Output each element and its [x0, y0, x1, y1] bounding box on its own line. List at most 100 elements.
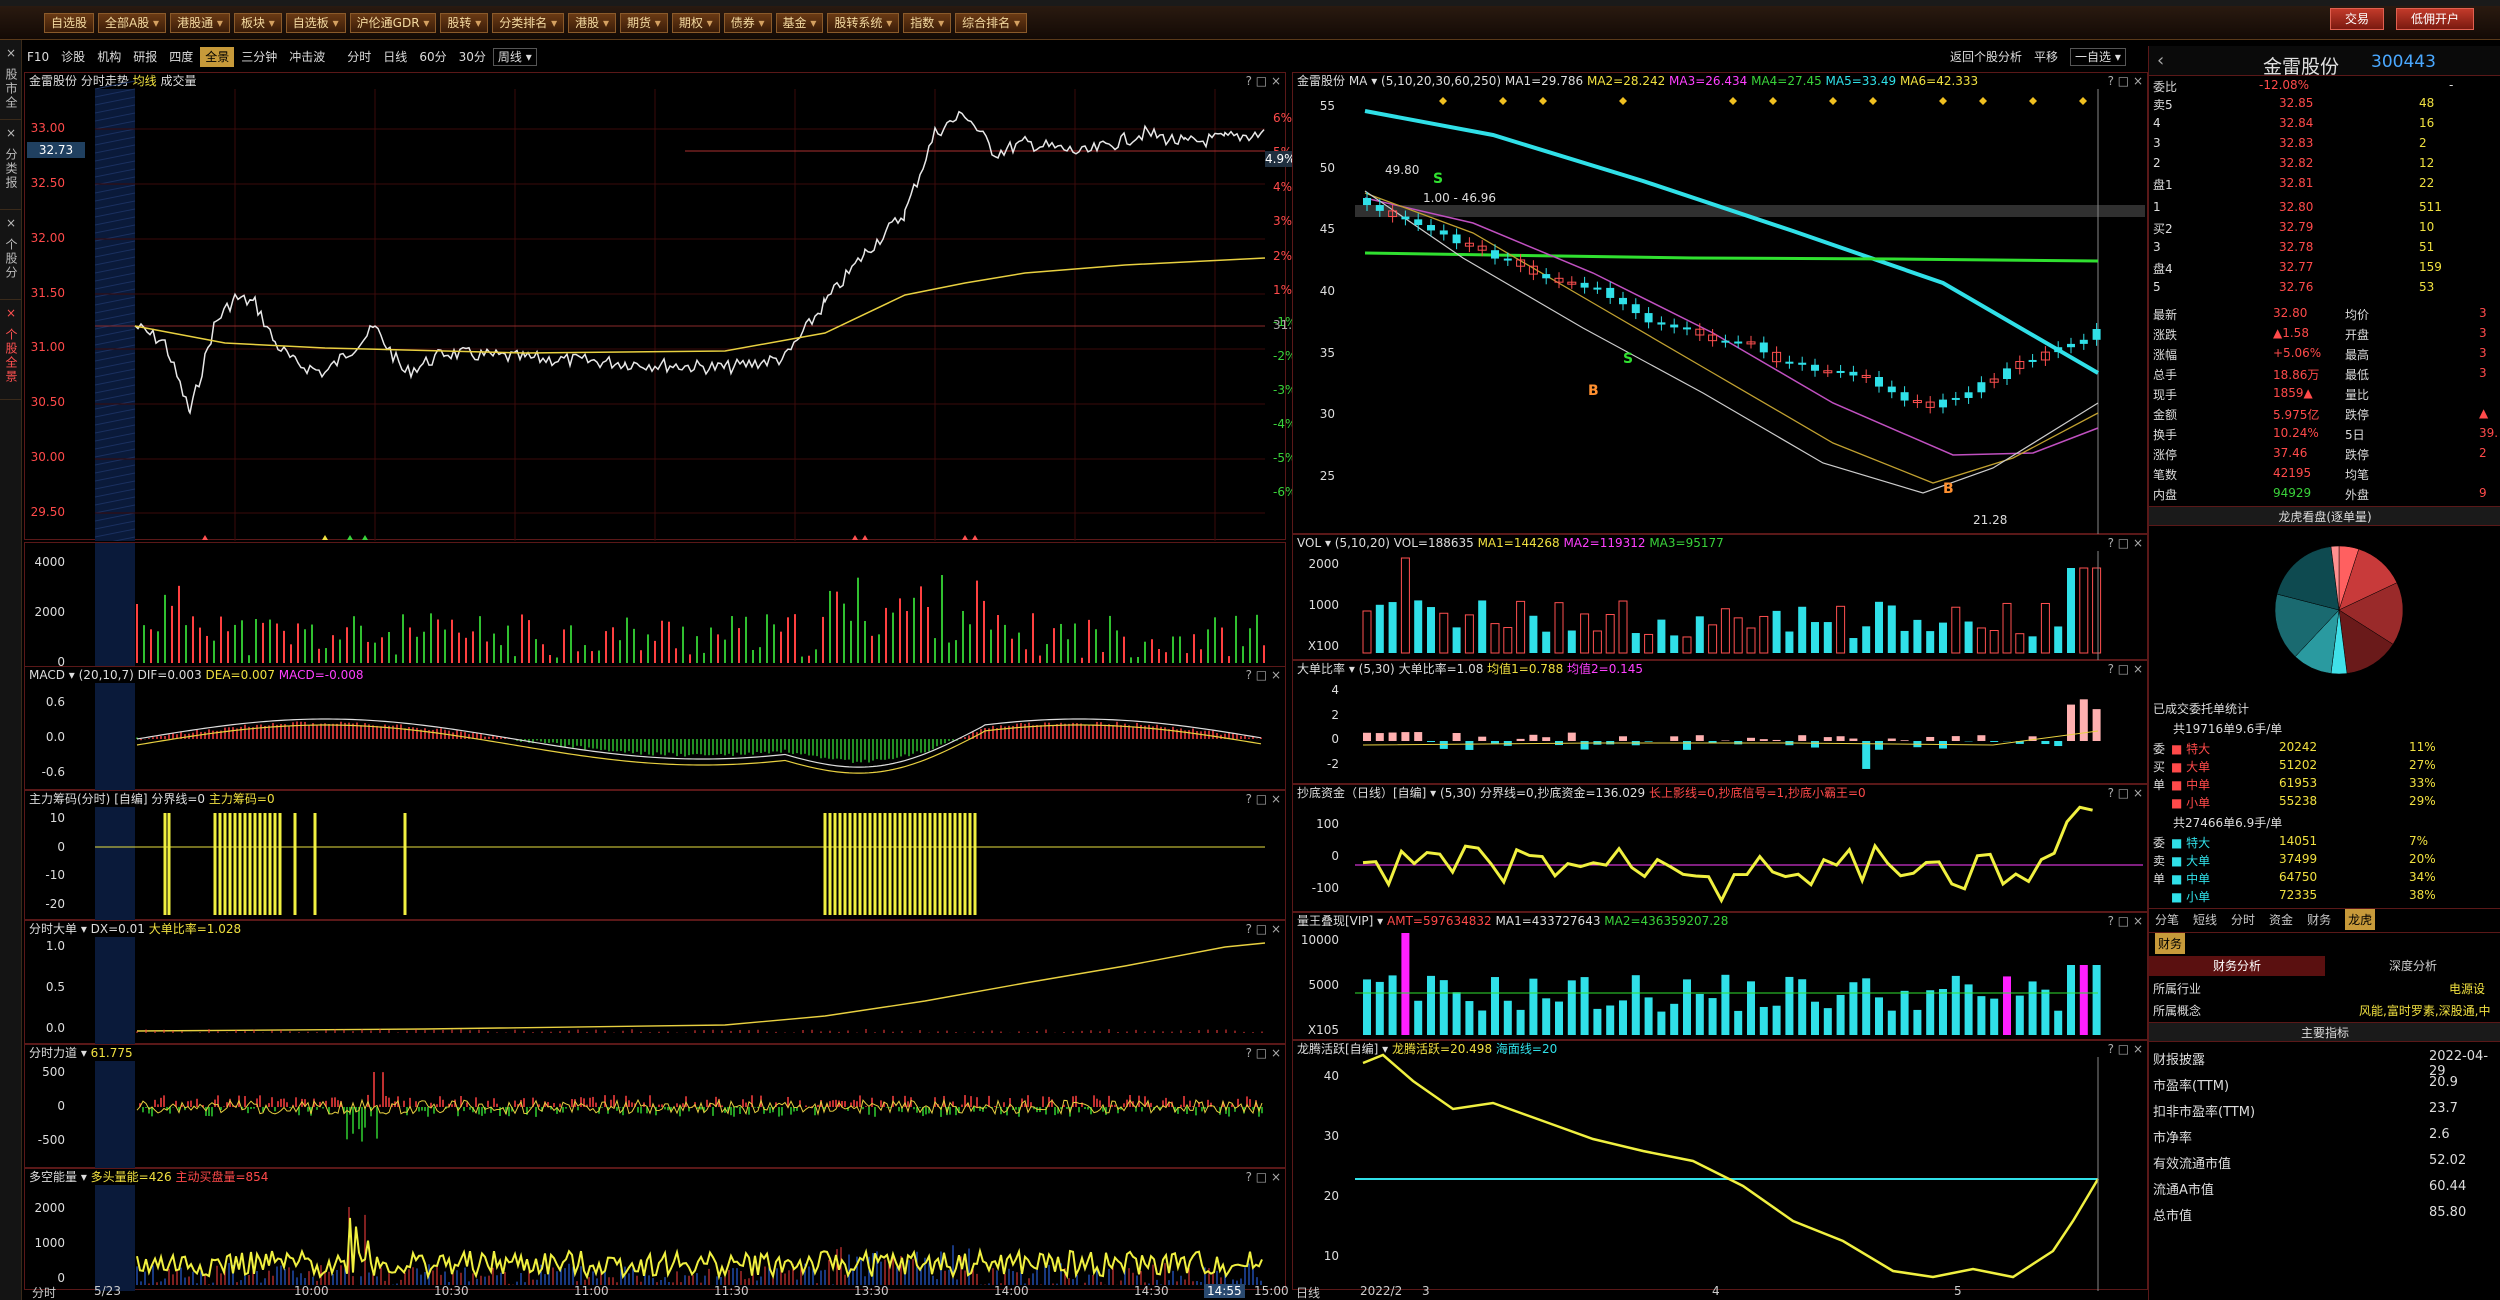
duokong-chart [95, 1185, 1263, 1291]
toolbar-right: 交易 低佣开户 [2329, 8, 2474, 30]
toolbar-button-9[interactable]: 期货 [619, 12, 668, 33]
intraday-time-label-1: 5/23 [94, 1284, 121, 1298]
sell-dist-row-2-cell-3: 34% [2409, 870, 2436, 884]
intraday-macd-panel: MACD ▾ (20,10,7) DIF=0.003 DEA=0.007 MAC… [24, 666, 1286, 791]
subtool-7[interactable]: 冲击波 [284, 47, 330, 67]
ask-row-2-cell-1: 32.83 [2279, 136, 2314, 150]
ask-row-0-cell-0: 卖5 [2153, 98, 2173, 112]
subtool-5[interactable]: 全景 [200, 47, 235, 67]
signal-marker-7 [972, 535, 978, 540]
buy-dist-row-1-cell-3: 27% [2409, 758, 2436, 772]
toolbar-button-0[interactable]: 自选股 [44, 12, 95, 33]
toolbar-button-13[interactable]: 股转系统 [827, 12, 900, 33]
toolbar-button-1[interactable]: 全部A股 [98, 12, 167, 33]
buy-dist-row-0-cell-2: 20242 [2279, 740, 2318, 754]
order-pie-svg [2274, 545, 2404, 675]
kline-signal-4 [1729, 97, 1737, 105]
watchlist-select[interactable]: 一自选 ▾ [2070, 48, 2126, 66]
stat-row-6: 换手 10.24% 5日 39. [2149, 424, 2500, 444]
intraday-volume-chart [95, 543, 1265, 677]
ask-row-1-cell-0: 4 [2153, 116, 2161, 130]
fin-row-4: 有效流通市值 52.02 [2149, 1150, 2500, 1172]
left-tab-1[interactable]: × 分类报价 [0, 120, 22, 210]
bid-row-2-cell-0: 3 [2153, 240, 2161, 254]
toolbar-button-2[interactable]: 港股通 [170, 12, 230, 33]
toolbar-button-8[interactable]: 港股 [568, 12, 616, 33]
buy-dist-row-2-cell-0: 单 [2153, 778, 2166, 792]
sell-dist-row-2-cell-1: ■ 中单 [2171, 872, 2211, 886]
back-to-analysis-button[interactable]: 返回个股分析 [1950, 48, 2022, 66]
stat-row-7-cell-0: 涨停 [2153, 448, 2178, 462]
quote-tab-4[interactable]: 财务 [2307, 909, 2331, 930]
subtool-3[interactable]: 研报 [128, 47, 162, 67]
main-toolbar: 自选股全部A股港股通板块自选板沪伦通GDR股转分类排名港股期货期权债券基金股转系… [0, 6, 2500, 40]
kline-signal-5 [1769, 97, 1777, 105]
stat-row-8-cell-2: 均笔 [2345, 468, 2370, 482]
buy-dist-row-0-cell-3: 11% [2409, 740, 2436, 754]
quote-subtab-0[interactable]: 财务 [2155, 933, 2186, 954]
buy-dist-row-1-cell-1: ■ 大单 [2171, 760, 2211, 774]
fin-tab-0[interactable]: 财务分析 [2149, 956, 2325, 976]
subtool-10[interactable]: 60分 [414, 47, 451, 67]
stat-row-2-cell-3: 3 [2479, 346, 2487, 360]
stat-row-3-cell-0: 总手 [2153, 368, 2178, 382]
quote-tab-5[interactable]: 龙虎 [2345, 909, 2376, 930]
kline-range-label: 1.00 - 46.96 [1423, 191, 1497, 205]
quote-tabs-1: 分笔 短线 分时 资金 财务 龙虎 [2149, 908, 2500, 930]
pan-button[interactable]: 平移 [2034, 48, 2058, 66]
stat-row-7: 涨停 37.46 跌停 2 [2149, 444, 2500, 464]
toolbar-button-5[interactable]: 沪伦通GDR [349, 12, 437, 33]
kline-longteng-chart [1355, 1053, 2100, 1291]
sell-dist-row-3-cell-3: 38% [2409, 888, 2436, 902]
buy-total-cell-0: 共19716单9.6手/单 [2173, 722, 2283, 736]
bid-row-1-cell-1: 32.79 [2279, 220, 2314, 234]
fin-val-4: 52.02 [2429, 1153, 2467, 1168]
toolbar-button-14[interactable]: 指数 [903, 12, 952, 33]
subtool-9[interactable]: 日线 [378, 47, 412, 67]
quote-tab-1[interactable]: 短线 [2193, 909, 2217, 930]
toolbar-button-3[interactable]: 板块 [233, 12, 282, 33]
bid-row-2-cell-2: 51 [2419, 240, 2435, 254]
signal-marker-3 [362, 535, 368, 540]
stat-row-6-cell-2: 5日 [2345, 428, 2365, 442]
bid-row-2-cell-1: 32.78 [2279, 240, 2314, 254]
intraday-zhuli-panel: 主力筹码(分时) [自编] 分界线=0 主力筹码=0 ? □ × 10 0 -10 -2… [24, 790, 1286, 921]
sell-dist-row-0-cell-0: 委 [2153, 836, 2166, 850]
intraday-time-label-0[interactable]: 分时 [32, 1284, 56, 1300]
open-account-button[interactable]: 低佣开户 [2395, 8, 2474, 30]
subtool-4[interactable]: 四度 [164, 47, 198, 67]
stat-row-3-cell-3: 3 [2479, 366, 2487, 380]
bid-row-1-cell-0: 买2 [2153, 222, 2173, 236]
fin-key-1: 市盈率(TTM) [2153, 1079, 2230, 1094]
trade-button[interactable]: 交易 [2329, 8, 2384, 30]
left-tab-0[interactable]: × 股市全景 [0, 40, 22, 120]
quote-tab-2[interactable]: 分时 [2231, 909, 2255, 930]
subtool-8[interactable]: 分时 [342, 47, 376, 67]
toolbar-button-15[interactable]: 综合排名 [955, 12, 1027, 33]
ask-row-3-cell-0: 2 [2153, 156, 2161, 170]
period-select[interactable]: 周线 ▾ [492, 48, 537, 66]
intraday-time-label-9: 14:55 [1204, 1284, 1245, 1298]
duokong-line [136, 1217, 1263, 1281]
toolbar-button-12[interactable]: 基金 [775, 12, 824, 33]
toolbar-button-7[interactable]: 分类排名 [492, 12, 565, 33]
left-tab-3[interactable]: × 个股全景 [0, 300, 22, 400]
kline-time-label-0[interactable]: 日线 [1296, 1284, 1320, 1300]
quote-tab-3[interactable]: 资金 [2269, 909, 2293, 930]
subtool-0[interactable]: F10 [22, 47, 54, 67]
signal-marker-4 [852, 535, 858, 540]
toolbar-button-4[interactable]: 自选板 [285, 12, 346, 33]
subtool-11[interactable]: 30分 [454, 47, 491, 67]
left-tab-2[interactable]: × 个股分析 [0, 210, 22, 300]
buy-dist-row-3-cell-1: ■ 小单 [2171, 796, 2211, 810]
toolbar-button-10[interactable]: 期权 [671, 12, 720, 33]
toolbar-button-6[interactable]: 股转 [440, 12, 489, 33]
toolbar-button-11[interactable]: 债券 [723, 12, 772, 33]
subtool-6[interactable]: 三分钟 [236, 47, 282, 67]
quote-tab-0[interactable]: 分笔 [2155, 909, 2179, 930]
subtool-1[interactable]: 诊股 [56, 47, 90, 67]
subtool-2[interactable]: 机构 [92, 47, 126, 67]
sub-toolbar: F10 诊股 机构 研报 四度 全景 三分钟 冲击波 分时 日线 60分 30分 周线 ▾ [22, 46, 1322, 68]
fin-tab-1[interactable]: 深度分析 [2325, 956, 2500, 976]
back-chevron-icon[interactable]: ‹ [2157, 50, 2164, 71]
